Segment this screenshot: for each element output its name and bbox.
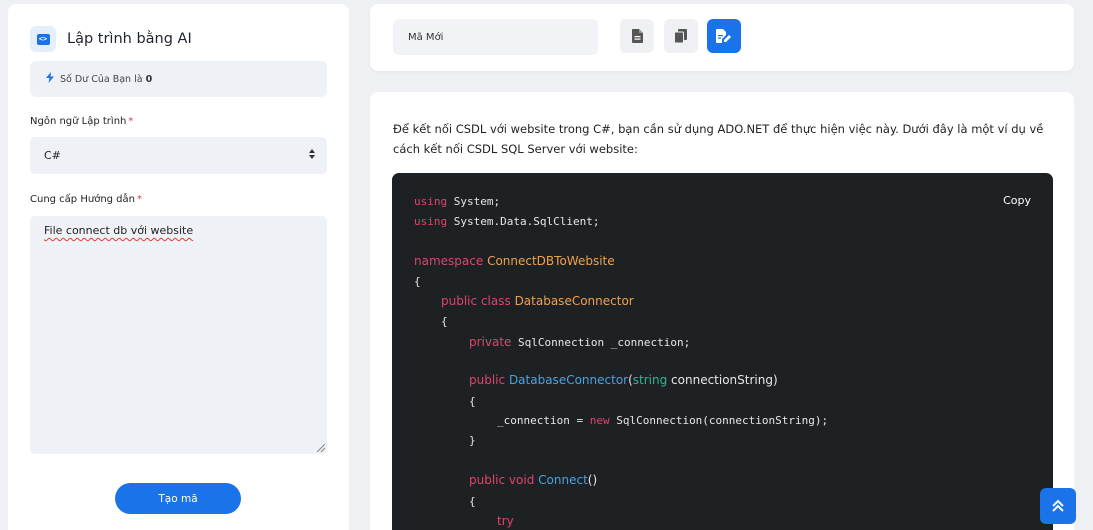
balance-value: 0 [145,73,153,85]
copy-icon [674,29,687,43]
code-line: public class DatabaseConnector [441,294,634,308]
guide-label: Cung cấp Hướng dẫn * [30,194,142,205]
code-block: Copy using System; using System.Data.Sql… [392,173,1053,530]
edit-icon [716,29,731,43]
left-panel: <> Lập trình bằng AI Số Dư Của Bạn là 0 … [8,4,349,530]
code-icon: <> [30,26,56,52]
language-label-text: Ngôn ngữ Lập trình [30,116,127,127]
bolt-icon [46,72,54,86]
code-line: using System; [414,195,501,208]
code-line: { [469,395,476,408]
required-mark: * [137,194,142,205]
select-arrows-icon [309,149,315,159]
scroll-to-top-button[interactable] [1040,488,1076,524]
brand: <> Lập trình bằng AI [30,26,192,52]
copy-code-button[interactable]: Copy [1003,194,1031,207]
code-line: { [441,315,448,328]
response-card: Để kết nối CSDL với website trong C#, bạ… [370,92,1074,530]
app-title: Lập trình bằng AI [67,31,192,47]
code-line: } [469,434,476,447]
new-code-field[interactable]: Mã Mới [393,19,598,55]
document-icon [631,29,643,43]
edit-button[interactable] [707,19,741,53]
code-line: { [414,275,421,288]
code-line: using System.Data.SqlClient; [414,215,600,228]
code-line: { [469,495,476,508]
code-line: namespace ConnectDBToWebsite [414,254,615,268]
guide-text: File connect db với website [44,224,194,237]
balance-label: Số Dư Của Bạn là [60,73,143,85]
new-code-value: Mã Mới [408,31,444,43]
toolbar: Mã Mới [370,4,1074,71]
document-button[interactable] [620,19,654,53]
response-intro: Để kết nối CSDL với website trong C#, bạ… [393,122,1044,156]
guide-label-text: Cung cấp Hướng dẫn [30,194,135,205]
copy-button[interactable] [664,19,698,53]
code-line: private SqlConnection _connection; [469,335,691,349]
guide-textarea[interactable]: File connect db với website [30,216,327,454]
generate-code-button[interactable]: Tạo mã [115,483,241,514]
double-chevron-up-icon [1052,499,1064,512]
code-line: public DatabaseConnector(string connecti… [469,373,778,387]
code-line: _connection = new SqlConnection(connecti… [497,414,829,427]
language-label: Ngôn ngữ Lập trình * [30,116,133,127]
resize-handle[interactable] [317,444,325,452]
code-line: try [497,514,514,528]
required-mark: * [128,116,134,127]
code-line: public void Connect() [469,473,598,487]
balance-box: Số Dư Của Bạn là 0 [30,61,327,97]
language-select[interactable]: C# [30,137,327,174]
language-value: C# [44,149,61,162]
